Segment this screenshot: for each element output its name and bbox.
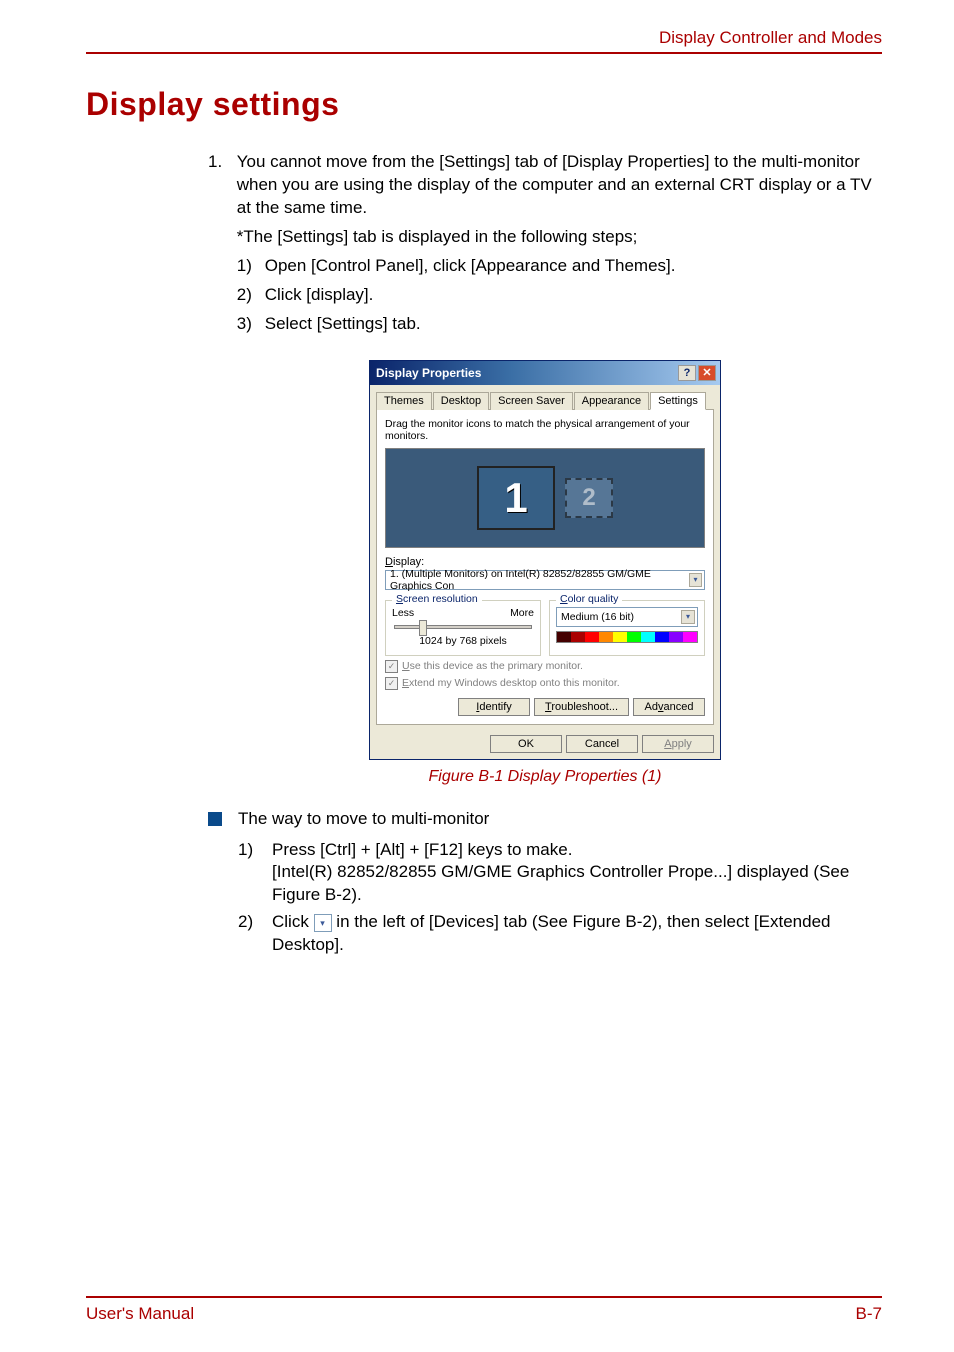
header-section: Display Controller and Modes bbox=[86, 28, 882, 48]
ok-button[interactable]: OK bbox=[490, 735, 562, 753]
footer-left: User's Manual bbox=[86, 1304, 194, 1324]
step-text: Select [Settings] tab. bbox=[265, 313, 875, 336]
resolution-legend: Screen resolution bbox=[392, 593, 482, 605]
tab-desktop[interactable]: Desktop bbox=[433, 392, 489, 410]
checkbox-disabled: ✓ bbox=[385, 660, 398, 673]
paragraph: *The [Settings] tab is displayed in the … bbox=[237, 226, 881, 249]
dialog-titlebar[interactable]: Display Properties ? ✕ bbox=[370, 361, 720, 385]
step-number: 3) bbox=[237, 313, 265, 336]
resolution-slider[interactable] bbox=[394, 625, 532, 629]
monitor-1-icon[interactable]: 1 bbox=[477, 466, 555, 530]
tab-settings[interactable]: Settings bbox=[650, 392, 706, 410]
ordered-list-1: 1. You cannot move from the [Settings] t… bbox=[208, 151, 882, 342]
step-text: Click ▾ in the left of [Devices] tab (Se… bbox=[272, 911, 882, 957]
display-label: Display: bbox=[385, 556, 705, 568]
list-number: 1. bbox=[208, 151, 232, 174]
sub-steps: 1)Open [Control Panel], click [Appearanc… bbox=[237, 255, 881, 342]
primary-monitor-checkbox-row: ✓ Use this device as the primary monitor… bbox=[385, 660, 705, 673]
chevron-down-icon[interactable]: ▾ bbox=[681, 610, 695, 624]
cancel-button[interactable]: Cancel bbox=[566, 735, 638, 753]
square-bullet-icon bbox=[208, 812, 222, 826]
troubleshoot-button[interactable]: Troubleshoot... bbox=[534, 698, 629, 716]
slider-more-label: More bbox=[510, 607, 534, 619]
monitor-arrangement[interactable]: 1 2 bbox=[385, 448, 705, 548]
page-footer: User's Manual B-7 bbox=[86, 1296, 882, 1324]
step-text: Open [Control Panel], click [Appearance … bbox=[265, 255, 875, 278]
screen-resolution-group: Screen resolution Less More 1024 by 768 … bbox=[385, 600, 541, 656]
slider-thumb[interactable] bbox=[419, 620, 427, 636]
help-button[interactable]: ? bbox=[678, 365, 696, 381]
instruction-text: Drag the monitor icons to match the phys… bbox=[385, 418, 705, 442]
dropdown-icon: ▾ bbox=[314, 914, 332, 932]
step-number: 1) bbox=[238, 839, 264, 908]
step-text: Press [Ctrl] + [Alt] + [F12] keys to mak… bbox=[272, 839, 882, 862]
color-quality-value: Medium (16 bit) bbox=[561, 611, 634, 623]
slider-less-label: Less bbox=[392, 607, 414, 619]
color-bar bbox=[556, 631, 698, 643]
step-text: [Intel(R) 82852/82855 GM/GME Graphics Co… bbox=[272, 861, 882, 907]
checkbox-disabled: ✓ bbox=[385, 677, 398, 690]
color-quality-legend: Color quality bbox=[556, 593, 622, 605]
close-button[interactable]: ✕ bbox=[698, 365, 716, 381]
display-properties-dialog: Display Properties ? ✕ Themes Desktop Sc… bbox=[369, 360, 721, 760]
color-quality-group: Color quality Medium (16 bit) ▾ bbox=[549, 600, 705, 656]
footer-rule bbox=[86, 1296, 882, 1298]
monitor-2-icon[interactable]: 2 bbox=[565, 478, 613, 518]
dialog-title: Display Properties bbox=[376, 366, 481, 380]
page-title: Display settings bbox=[86, 86, 882, 123]
tab-themes[interactable]: Themes bbox=[376, 392, 432, 410]
advanced-button[interactable]: Advanced bbox=[633, 698, 705, 716]
chevron-down-icon[interactable]: ▾ bbox=[689, 573, 702, 587]
step-number: 2) bbox=[237, 284, 265, 307]
bullet-heading: The way to move to multi-monitor bbox=[238, 808, 882, 831]
display-dropdown[interactable]: 1. (Multiple Monitors) on Intel(R) 82852… bbox=[385, 570, 705, 590]
footer-right: B-7 bbox=[856, 1304, 882, 1324]
tab-screensaver[interactable]: Screen Saver bbox=[490, 392, 573, 410]
step-text: Click [display]. bbox=[265, 284, 875, 307]
tab-strip: Themes Desktop Screen Saver Appearance S… bbox=[376, 391, 714, 410]
figure-caption: Figure B-1 Display Properties (1) bbox=[208, 768, 882, 786]
resolution-value: 1024 by 768 pixels bbox=[392, 635, 534, 647]
apply-button: Apply bbox=[642, 735, 714, 753]
button-row: Identify Troubleshoot... Advanced bbox=[385, 698, 705, 716]
identify-button[interactable]: Identify bbox=[458, 698, 530, 716]
paragraph: You cannot move from the [Settings] tab … bbox=[237, 151, 881, 220]
tab-appearance[interactable]: Appearance bbox=[574, 392, 649, 410]
header-rule bbox=[86, 52, 882, 54]
settings-tab-panel: Drag the monitor icons to match the phys… bbox=[376, 410, 714, 725]
extend-desktop-checkbox-row: ✓ Extend my Windows desktop onto this mo… bbox=[385, 677, 705, 690]
figure: Display Properties ? ✕ Themes Desktop Sc… bbox=[208, 360, 882, 760]
step-number: 2) bbox=[238, 911, 264, 957]
step-number: 1) bbox=[237, 255, 265, 278]
display-dropdown-value: 1. (Multiple Monitors) on Intel(R) 82852… bbox=[390, 568, 689, 592]
dialog-footer: OK Cancel Apply bbox=[370, 729, 720, 759]
color-quality-dropdown[interactable]: Medium (16 bit) ▾ bbox=[556, 607, 698, 627]
bullet-section: The way to move to multi-monitor 1) Pres… bbox=[208, 808, 882, 958]
